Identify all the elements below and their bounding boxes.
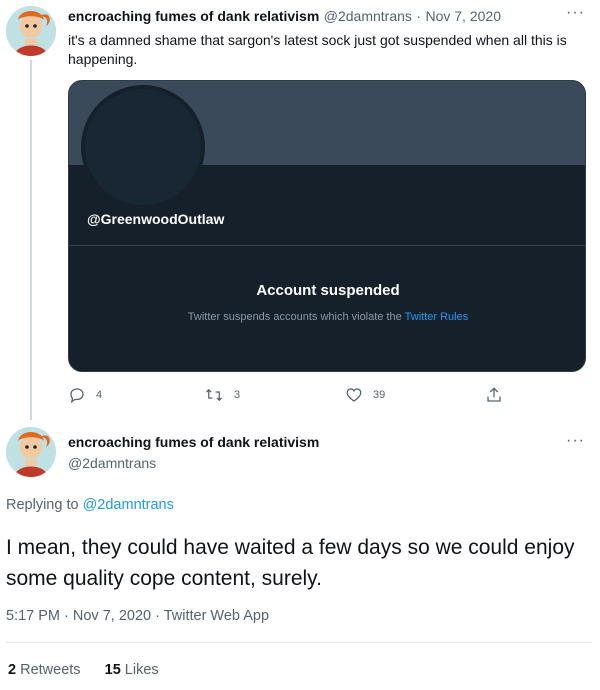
display-name[interactable]: encroaching fumes of dank relativism: [68, 434, 319, 450]
suspended-subtitle-text: Twitter suspends accounts which violate …: [187, 311, 402, 323]
likes-count: 15: [104, 662, 121, 678]
tweet1-text: it's a damned shame that sargon's latest…: [68, 32, 567, 67]
reply-icon: [70, 388, 84, 404]
avatar-image: [6, 427, 56, 477]
like-count: 39: [373, 389, 386, 401]
handle[interactable]: @2damntrans: [68, 455, 156, 471]
replying-to-label: Replying to: [6, 497, 79, 513]
retweet-icon: [206, 388, 222, 402]
avatar[interactable]: [6, 6, 56, 56]
separator: ·: [416, 8, 422, 24]
suspended-subtitle: Twitter suspends accounts which violate …: [69, 311, 585, 323]
share-icon: [487, 387, 501, 402]
divider: [6, 642, 592, 643]
likes-label: Likes: [124, 662, 159, 678]
retweets-label: Retweets: [20, 662, 81, 678]
heart-icon: [346, 388, 362, 402]
more-dots-icon[interactable]: ···: [566, 4, 585, 22]
replying-to: Replying to @2damntrans: [6, 497, 174, 513]
tweet-date[interactable]: Nov 7, 2020: [425, 8, 501, 24]
retweets-count: 2: [8, 662, 17, 678]
avatar[interactable]: [6, 427, 56, 477]
retweet-action[interactable]: 3: [204, 386, 240, 404]
reply-count: 4: [96, 389, 103, 401]
reply-action[interactable]: 4: [68, 386, 102, 404]
twitter-rules-link[interactable]: Twitter Rules: [405, 311, 469, 323]
suspended-title: Account suspended: [256, 282, 400, 299]
tweet-meta[interactable]: 5:17 PM · Nov 7, 2020 · Twitter Web App: [6, 608, 269, 624]
display-name[interactable]: encroaching fumes of dank relativism: [68, 8, 319, 24]
replying-to-handle-link[interactable]: @2damntrans: [83, 497, 174, 513]
suspended-account-card[interactable]: @GreenwoodOutlaw Account suspended Twitt…: [68, 80, 586, 372]
share-action[interactable]: [485, 386, 503, 404]
retweet-count: 3: [234, 389, 241, 401]
card-divider: [69, 245, 585, 246]
card-handle: @GreenwoodOutlaw: [87, 211, 225, 227]
thread-line: [30, 60, 32, 420]
card-avatar: [81, 85, 205, 209]
like-action[interactable]: 39: [345, 386, 385, 404]
tweet1-header: encroaching fumes of dank relativism @2d…: [68, 8, 548, 26]
handle[interactable]: @2damntrans: [324, 8, 412, 24]
tweet2-text: I mean, they could have waited a few day…: [6, 536, 575, 590]
retweets-stat[interactable]: 2 Retweets: [8, 662, 85, 678]
more-dots-icon[interactable]: ···: [566, 432, 585, 450]
engagement-stats: 2 Retweets 15 Likes: [8, 662, 159, 678]
avatar-image: [6, 6, 56, 56]
likes-stat[interactable]: 15 Likes: [105, 662, 159, 678]
